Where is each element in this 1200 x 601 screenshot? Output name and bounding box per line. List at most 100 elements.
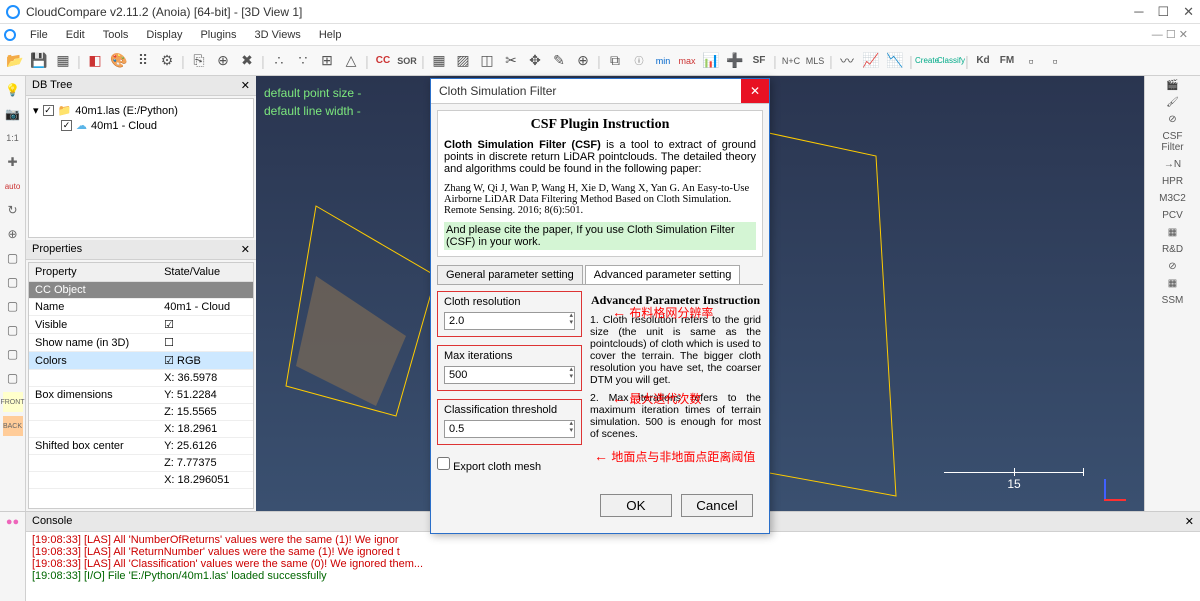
rd-icon[interactable]: R&D [1153,244,1193,255]
menu-3dviews[interactable]: 3D Views [247,27,309,43]
edl-icon[interactable]: ▦ [1153,278,1193,289]
ssm-icon[interactable]: SSM [1153,295,1193,306]
raster-icon[interactable]: ▦ [1153,227,1193,238]
level-icon[interactable]: ⓘ [628,50,650,72]
export-mesh-checkbox[interactable]: Export cloth mesh [437,461,541,473]
nc-icon[interactable]: N+C [780,50,802,72]
box3-icon[interactable]: ▢ [3,296,23,316]
record-icon[interactable]: ●● [6,516,19,528]
brush-icon[interactable]: 🖌 [1153,97,1193,108]
tree-root-label: 40m1.las (E:/Python) [75,105,178,117]
front-icon[interactable]: FRONT [3,392,23,412]
menu-edit[interactable]: Edit [58,27,93,43]
mesh-icon[interactable]: △ [340,50,362,72]
classify-icon[interactable]: Classify [940,50,962,72]
camera-icon[interactable]: 📷 [3,104,23,124]
rotate-icon[interactable]: ↻ [3,200,23,220]
main-toolbar: 📂 💾 ▦ | ◧ 🎨 ⠿ ⚙ | ⎘ ⊕ ✖ | ∴ ∵ ⊞ △ | CC S… [0,46,1200,76]
hpr-icon[interactable]: HPR [1153,176,1193,187]
ok-button[interactable]: OK [600,494,672,517]
cloth-resolution-input[interactable] [444,312,575,330]
tool-icon[interactable]: ⚙ [156,50,178,72]
tree-child-label: 40m1 - Cloud [91,120,157,132]
m3c2-icon[interactable]: M3C2 [1153,193,1193,204]
filter-icon[interactable]: ⊞ [316,50,338,72]
tab-advanced[interactable]: Advanced parameter setting [585,265,741,284]
sor-icon[interactable]: SOR [396,50,418,72]
open-icon[interactable]: 📂 [4,50,26,72]
plus-icon[interactable]: ➕ [724,50,746,72]
max-iterations-input[interactable] [444,366,575,384]
menu-plugins[interactable]: Plugins [192,27,244,43]
scale-icon[interactable]: 1:1 [3,128,23,148]
center-icon[interactable]: ⊕ [3,224,23,244]
dialog-close-button[interactable]: ✕ [741,79,769,103]
cancel-button[interactable]: Cancel [681,494,753,517]
menu-display[interactable]: Display [138,27,190,43]
light-icon[interactable]: 💡 [3,80,23,100]
chart-icon[interactable]: 📉 [884,50,906,72]
merge-icon[interactable]: ⊕ [212,50,234,72]
annotation-threshold: ← 地面点与非地面点距离阈值 [594,448,755,465]
extra1-icon[interactable]: ▫ [1020,50,1042,72]
tree-child-row[interactable]: ☁ 40m1 - Cloud [33,118,249,133]
palette-icon[interactable]: 🎨 [108,50,130,72]
kd-icon[interactable]: Kd [972,50,994,72]
sf-icon[interactable]: SF [748,50,770,72]
noise-icon[interactable]: ∵ [292,50,314,72]
histo-icon[interactable]: 📊 [700,50,722,72]
fm-icon[interactable]: FM [996,50,1018,72]
delete-icon[interactable]: ✖ [236,50,258,72]
tree-root-row[interactable]: ▾ 📁 40m1.las (E:/Python) [33,103,249,118]
grid-icon[interactable]: ▦ [428,50,450,72]
sample-icon[interactable]: ∴ [268,50,290,72]
edit-icon[interactable]: ✎ [548,50,570,72]
target-icon[interactable]: ⊕ [572,50,594,72]
box1-icon[interactable]: ▢ [3,248,23,268]
max-icon[interactable]: max [676,50,698,72]
color-icon[interactable]: ▨ [452,50,474,72]
auto-icon[interactable]: auto [3,176,23,196]
menu-file[interactable]: File [22,27,56,43]
close-button[interactable]: ✕ [1183,4,1194,20]
box5-icon[interactable]: ▢ [3,344,23,364]
move-icon[interactable]: ✥ [524,50,546,72]
curve-icon[interactable]: 〰 [836,50,858,72]
create-icon[interactable]: Create [916,50,938,72]
register-icon[interactable]: ⧉ [604,50,626,72]
view-icon[interactable]: ▦ [52,50,74,72]
annotation-iter: ← 最大迭代次数 [612,390,701,407]
pcv-icon[interactable]: PCV [1153,210,1193,221]
compass-icon[interactable]: ⊘ [1153,114,1193,125]
box4-icon[interactable]: ▢ [3,320,23,340]
tree-child-checkbox[interactable] [61,120,72,131]
menu-tools[interactable]: Tools [95,27,137,43]
cross-icon[interactable]: ✚ [3,152,23,172]
normal-icon[interactable]: →N [1153,159,1193,170]
extra2-icon[interactable]: ▫ [1044,50,1066,72]
graph-icon[interactable]: 📈 [860,50,882,72]
db-tree[interactable]: ▾ 📁 40m1.las (E:/Python) ☁ 40m1 - Cloud [28,98,254,238]
cc-icon[interactable]: CC [372,50,394,72]
box6-icon[interactable]: ▢ [3,368,23,388]
clone-icon[interactable]: ⎘ [188,50,210,72]
menu-help[interactable]: Help [311,27,350,43]
points-icon[interactable]: ⠿ [132,50,154,72]
animation-icon[interactable]: 🎬 [1153,80,1193,91]
mls-icon[interactable]: MLS [804,50,826,72]
csf-filter-button[interactable]: CSF Filter [1153,131,1193,153]
box2-icon[interactable]: ▢ [3,272,23,292]
threshold-input[interactable] [444,420,575,438]
mdi-controls[interactable]: — ☐ ✕ [1144,26,1196,43]
tree-root-checkbox[interactable] [43,105,54,116]
cube-icon[interactable]: ◧ [84,50,106,72]
tab-general[interactable]: General parameter setting [437,265,583,284]
min-icon[interactable]: min [652,50,674,72]
save-icon[interactable]: 💾 [28,50,50,72]
crop-icon[interactable]: ✂ [500,50,522,72]
minimize-button[interactable]: ─ [1134,4,1143,20]
maximize-button[interactable]: ☐ [1157,4,1169,20]
back-icon[interactable]: BACK [3,416,23,436]
disable-icon[interactable]: ⊘ [1153,261,1193,272]
scalar-icon[interactable]: ◫ [476,50,498,72]
